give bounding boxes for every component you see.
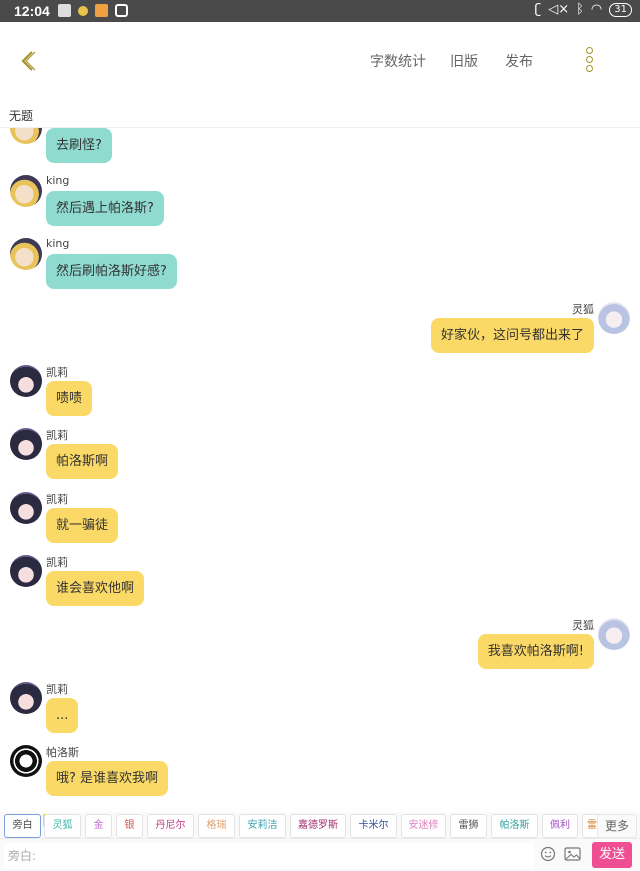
app-notification-icon [95, 4, 108, 17]
character-chip[interactable]: 卡米尔 [350, 814, 397, 838]
chat-message[interactable]: 凯莉 啧啧 [0, 365, 640, 425]
old-version-button[interactable]: 旧版 [450, 51, 478, 71]
nfc-icon: ʗ [534, 2, 542, 17]
message-bubble[interactable]: 帕洛斯啊 [46, 444, 119, 479]
status-bar: 12:04 ʗ ◁× ᛒ ◠ 31 [0, 0, 640, 22]
s-notification-icon [115, 4, 128, 17]
chat-message[interactable]: 凯莉 ... [0, 682, 640, 742]
character-chip[interactable]: 雷狮 [450, 814, 487, 838]
avatar[interactable] [10, 365, 42, 397]
notification-icons [58, 4, 128, 17]
message-bubble[interactable]: 去刷怪? [46, 128, 112, 163]
character-chip[interactable]: 嘉德罗斯 [290, 814, 346, 838]
chat-message[interactable]: 凯莉 谁会喜欢他啊 [0, 555, 640, 615]
speaker-name: 凯莉 [46, 366, 68, 379]
chat-message[interactable]: king 然后遇上帕洛斯? [0, 174, 640, 235]
emoji-icon[interactable] [540, 846, 556, 862]
avatar[interactable] [10, 128, 42, 144]
send-button[interactable]: 发送 [592, 842, 632, 868]
message-input[interactable] [4, 843, 534, 869]
character-chip[interactable]: 安迷修 [401, 814, 446, 838]
speaker-name: 帕洛斯 [46, 746, 79, 759]
back-button[interactable] [14, 46, 44, 76]
avatar[interactable] [10, 745, 42, 777]
mute-icon: ◁× [548, 2, 570, 17]
message-bubble[interactable]: 好家伙，这问号都出来了 [430, 318, 594, 353]
character-chip[interactable]: 格瑞 [198, 814, 235, 838]
message-bubble[interactable]: ... [46, 698, 79, 733]
document-title[interactable]: 无题 [9, 107, 33, 124]
avatar[interactable] [598, 618, 630, 650]
chat-message[interactable]: king 然后刷帕洛斯好感? [0, 237, 640, 298]
chat-message[interactable]: 帕洛斯 哦? 是谁喜欢我啊 [0, 745, 640, 801]
character-chip[interactable]: 丹尼尔 [147, 814, 194, 838]
chat-message[interactable]: 灵狐 我喜欢帕洛斯啊! [0, 618, 640, 678]
image-icon[interactable] [564, 846, 581, 862]
avatar[interactable] [10, 175, 42, 207]
chat-message[interactable]: 去刷怪? [0, 128, 640, 172]
wifi-icon: ◠ [590, 2, 603, 17]
speaker-name: 灵狐 [572, 619, 594, 632]
word-count-button[interactable]: 字数统计 [370, 51, 426, 71]
more-options-icon[interactable] [580, 47, 598, 73]
avatar[interactable] [10, 682, 42, 714]
more-characters-button[interactable]: 更多 [597, 814, 637, 838]
chat-message[interactable]: 凯莉 帕洛斯啊 [0, 428, 640, 488]
status-time: 12:04 [14, 3, 50, 19]
gallery-notification-icon [58, 4, 71, 17]
message-bubble[interactable]: 谁会喜欢他啊 [46, 571, 145, 606]
speaker-name: 凯莉 [46, 683, 68, 696]
avatar[interactable] [598, 302, 630, 334]
input-bar: 发送 [0, 838, 640, 871]
publish-button[interactable]: 发布 [505, 51, 533, 71]
speaker-name: 凯莉 [46, 556, 68, 569]
message-bubble[interactable]: 我喜欢帕洛斯啊! [477, 634, 594, 669]
chat-area[interactable]: 去刷怪? king 然后遇上帕洛斯? king 然后刷帕洛斯好感? 灵狐 好家伙… [0, 128, 640, 801]
character-chip[interactable]: 灵狐 [44, 814, 81, 838]
message-bubble[interactable]: 然后刷帕洛斯好感? [46, 254, 177, 289]
avatar[interactable] [10, 555, 42, 587]
message-bubble[interactable]: 就一骗徒 [46, 508, 119, 543]
speaker-name: king [46, 174, 70, 187]
avatar[interactable] [10, 238, 42, 270]
character-chip[interactable]: 金 [85, 814, 112, 838]
character-chip[interactable]: 安莉洁 [239, 814, 286, 838]
message-bubble[interactable]: 啧啧 [46, 381, 93, 416]
chat-message[interactable]: 凯莉 就一骗徒 [0, 492, 640, 552]
speaker-name: 灵狐 [572, 303, 594, 316]
speaker-name: 凯莉 [46, 429, 68, 442]
bulb-notification-icon [78, 6, 88, 16]
system-icons: ʗ ◁× ᛒ ◠ 31 [535, 2, 632, 17]
avatar[interactable] [10, 492, 42, 524]
character-chip[interactable]: 帕洛斯 [491, 814, 538, 838]
character-chip[interactable]: 银 [116, 814, 143, 838]
message-bubble[interactable]: 然后遇上帕洛斯? [46, 191, 164, 226]
battery-icon: 31 [609, 2, 632, 17]
bluetooth-icon: ᛒ [576, 2, 584, 17]
message-bubble[interactable]: 哦? 是谁喜欢我啊 [46, 761, 169, 796]
chevron-left-icon [21, 51, 36, 71]
character-chip-narrator[interactable]: 旁白 [4, 814, 41, 838]
speaker-name: king [46, 237, 70, 250]
character-selector: 旁白 + 灵狐 金 银 丹尼尔 格瑞 安莉洁 嘉德罗斯 卡米尔 安迷修 雷狮 帕… [0, 812, 640, 838]
speaker-name: 凯莉 [46, 493, 68, 506]
chat-message[interactable]: 灵狐 好家伙，这问号都出来了 [0, 302, 640, 362]
avatar[interactable] [10, 428, 42, 460]
character-chip[interactable]: 佩利 [542, 814, 578, 838]
top-toolbar: 字数统计 旧版 发布 [0, 22, 640, 100]
